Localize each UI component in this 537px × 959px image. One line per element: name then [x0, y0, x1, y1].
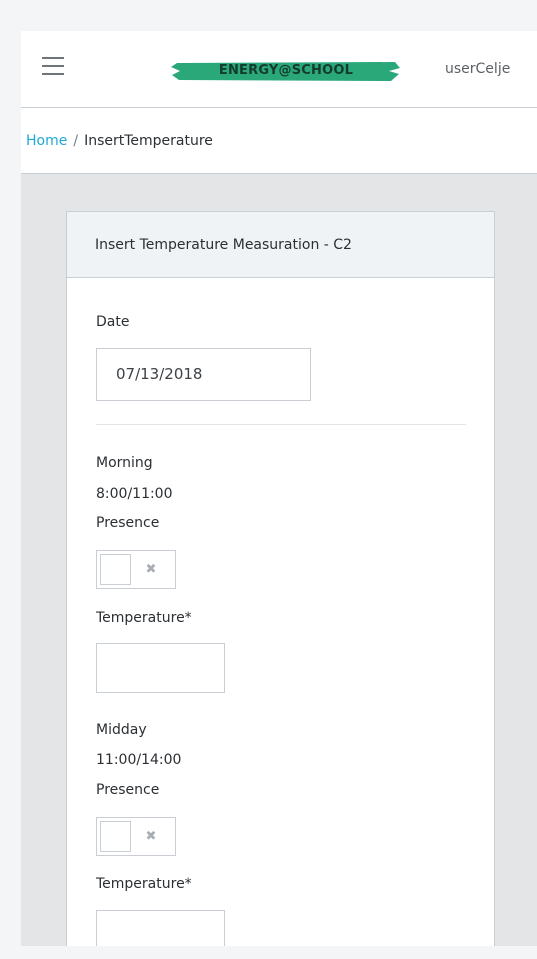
- divider: [96, 424, 466, 425]
- breadcrumb: Home / InsertTemperature: [21, 108, 537, 174]
- app-window: ENERGY@SCHOOL userCelje Home / InsertTempe…: [21, 31, 537, 946]
- presence-label-midday: Presence: [96, 782, 160, 798]
- date-input[interactable]: 07/13/2018: [96, 348, 311, 401]
- presence-label-morning: Presence: [96, 515, 160, 531]
- card-title: Insert Temperature Measuration - C2: [67, 212, 494, 278]
- date-label: Date: [96, 314, 130, 330]
- period-time-morning: 8:00/11:00: [96, 486, 173, 502]
- toggle-knob: [100, 821, 131, 852]
- period-time-midday: 11:00/14:00: [96, 752, 182, 768]
- insert-temperature-card: Insert Temperature Measuration - C2 Date…: [66, 211, 495, 946]
- hamburger-icon[interactable]: [42, 56, 64, 76]
- breadcrumb-home-link[interactable]: Home: [26, 133, 67, 149]
- top-header: ENERGY@SCHOOL userCelje: [21, 31, 537, 108]
- period-name-morning: Morning: [96, 455, 153, 471]
- toggle-knob: [100, 554, 131, 585]
- logo-text: ENERGY@SCHOOL: [218, 63, 354, 78]
- breadcrumb-separator: /: [73, 133, 79, 149]
- x-icon: ✖: [145, 829, 157, 844]
- temperature-label-midday: Temperature*: [96, 876, 192, 892]
- user-menu[interactable]: userCelje: [445, 61, 510, 77]
- brand-logo[interactable]: ENERGY@SCHOOL: [171, 60, 401, 82]
- temperature-input-morning[interactable]: [96, 643, 225, 693]
- period-name-midday: Midday: [96, 722, 147, 738]
- presence-toggle-morning[interactable]: ✖: [96, 550, 176, 589]
- temperature-input-midday[interactable]: [96, 910, 225, 946]
- presence-toggle-midday[interactable]: ✖: [96, 817, 176, 856]
- x-icon: ✖: [145, 562, 157, 577]
- breadcrumb-current: InsertTemperature: [84, 133, 213, 149]
- temperature-label-morning: Temperature*: [96, 610, 192, 626]
